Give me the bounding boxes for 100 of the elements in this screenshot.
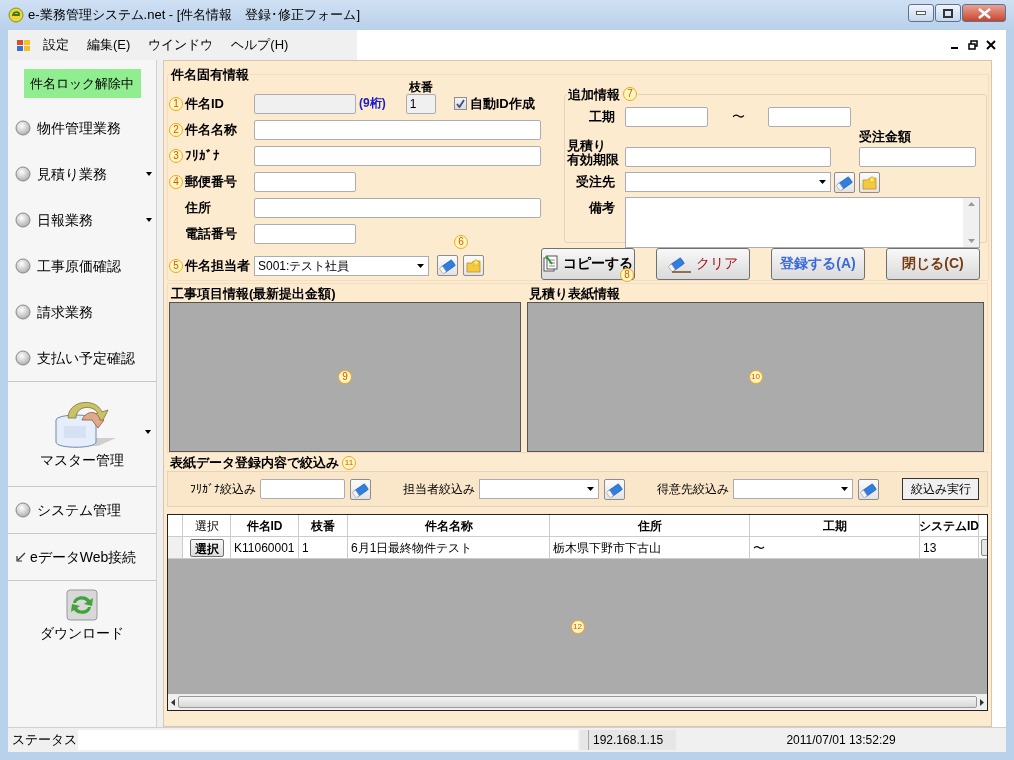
sidebar-item[interactable]: マスター管理 (8, 382, 156, 486)
dropdown[interactable] (479, 479, 599, 499)
horizontal-scrollbar[interactable] (168, 694, 987, 710)
id-field[interactable] (254, 93, 356, 114)
table-cell: 栃木県下野市下古山 (550, 537, 750, 558)
amount-field[interactable] (859, 147, 976, 167)
range-separator: 〜 (730, 108, 746, 127)
sidebar-item[interactable]: 請求業務 (8, 289, 156, 335)
number-marker: 11 (342, 456, 356, 470)
close-icon (977, 7, 991, 19)
date-field[interactable] (625, 147, 831, 167)
checkbox[interactable] (453, 97, 467, 110)
radio-icon (15, 212, 31, 228)
document-menu-icon (16, 37, 32, 53)
menu-item[interactable]: ウインドウ (141, 35, 221, 55)
dropdown[interactable]: S001:テスト社員 (254, 255, 429, 276)
scroll-thumb[interactable] (178, 696, 977, 708)
dropdown[interactable] (733, 479, 853, 499)
scrollbar[interactable] (963, 198, 979, 247)
dropdown[interactable] (625, 172, 831, 192)
notes-field[interactable] (625, 197, 980, 248)
sidebar-item[interactable]: 物件管理業務 (8, 105, 156, 151)
menu-item[interactable]: ヘルプ(H) (224, 35, 296, 55)
text-field[interactable] (254, 145, 541, 166)
folder-icon (465, 257, 482, 274)
check-icon (455, 99, 465, 108)
radio-icon (15, 258, 31, 274)
column-header[interactable]: 枝番 (299, 515, 348, 536)
scroll-up-icon (967, 202, 975, 206)
folder-button[interactable] (859, 171, 880, 193)
select-button[interactable]: 選択 (189, 538, 224, 557)
eraser-icon (439, 257, 456, 274)
number-marker: 4 (169, 174, 183, 189)
maximize-button[interactable] (935, 4, 961, 22)
eraser-icon (860, 480, 877, 498)
column-header[interactable]: 住所 (550, 515, 750, 536)
eraser-icon (352, 480, 369, 498)
window-title: e-業務管理システム.net - [件名情報 登録･修正フォーム] (28, 6, 361, 25)
menu-item[interactable]: 設定 (36, 35, 76, 55)
column-header[interactable]: システムID (920, 515, 979, 536)
number-marker: 10 (748, 370, 763, 384)
radio-icon (15, 350, 31, 366)
column-header[interactable]: 件名ID (231, 515, 299, 536)
table-cell: 6月1日最終物件テスト (348, 537, 550, 558)
field-label: 受注先 (575, 175, 615, 189)
sidebar-item[interactable]: システム管理 (8, 487, 156, 533)
date-field[interactable] (625, 107, 708, 127)
text-field[interactable] (254, 223, 356, 244)
field-label: 得意先絞込み (657, 481, 729, 498)
field-label: 備考 (587, 199, 615, 215)
digit-hint: (9桁) (359, 95, 386, 112)
close-button[interactable] (962, 4, 1006, 22)
arrow-icon (16, 552, 26, 562)
clear-button[interactable]: クリア (656, 247, 750, 280)
field-label: 件名担当者 (185, 256, 250, 275)
row-header[interactable] (168, 537, 183, 558)
eraser-button[interactable] (604, 478, 625, 500)
table-cell: 13 (920, 537, 979, 558)
eraser-button[interactable] (834, 171, 855, 193)
text-field[interactable] (254, 197, 541, 218)
column-header[interactable]: 選択 (183, 515, 231, 536)
field-label: 受注金額 (859, 129, 912, 145)
filter-field[interactable] (260, 479, 345, 499)
sidebar-item[interactable]: 日報業務 (8, 197, 156, 243)
table-cell: K11060001 (231, 537, 299, 558)
close-icon[interactable] (986, 40, 996, 50)
text-field[interactable] (254, 171, 356, 192)
eraser-button[interactable] (350, 478, 371, 500)
close-button[interactable]: 閉じる(C) (886, 247, 980, 280)
radio-icon (15, 120, 31, 136)
branch-number-field[interactable]: 1 (405, 93, 436, 114)
column-header[interactable]: 工期 (750, 515, 920, 536)
filter-button[interactable]: 絞込み実行 (902, 478, 979, 500)
sidebar-item[interactable]: 支払い予定確認 (8, 335, 156, 381)
radio-icon (15, 502, 31, 518)
app-logo-icon (8, 7, 24, 23)
checkbox-label: 自動ID作成 (469, 94, 535, 113)
restore-icon[interactable] (968, 40, 978, 50)
column-header[interactable]: 件名名称 (348, 515, 550, 536)
eraser-button[interactable] (437, 255, 458, 276)
table-cell: 〜 (750, 537, 920, 558)
radio-icon (15, 166, 31, 182)
eraser-button[interactable] (858, 478, 879, 500)
copy-icon (543, 254, 559, 273)
sidebar-item[interactable]: ダウンロード (8, 581, 156, 651)
folder-button[interactable] (463, 255, 484, 276)
field-label: ﾌﾘｶﾞﾅ (185, 146, 220, 165)
field-label: 住所 (185, 198, 211, 217)
number-marker: 2 (169, 122, 183, 137)
date-field[interactable] (768, 107, 851, 127)
number-marker: 3 (169, 148, 183, 163)
sidebar-item[interactable]: 工事原価確認 (8, 243, 156, 289)
sidebar-item[interactable]: 見積り業務 (8, 151, 156, 197)
sidebar-item[interactable]: eデータWeb接続 (8, 534, 156, 580)
scroll-down-icon (967, 239, 975, 243)
refresh-icon (66, 588, 98, 621)
minimize-button[interactable] (908, 4, 934, 22)
menu-item[interactable]: 編集(E) (80, 35, 138, 55)
text-field[interactable] (254, 119, 541, 140)
register-button[interactable]: 登録する(A) (771, 247, 865, 280)
